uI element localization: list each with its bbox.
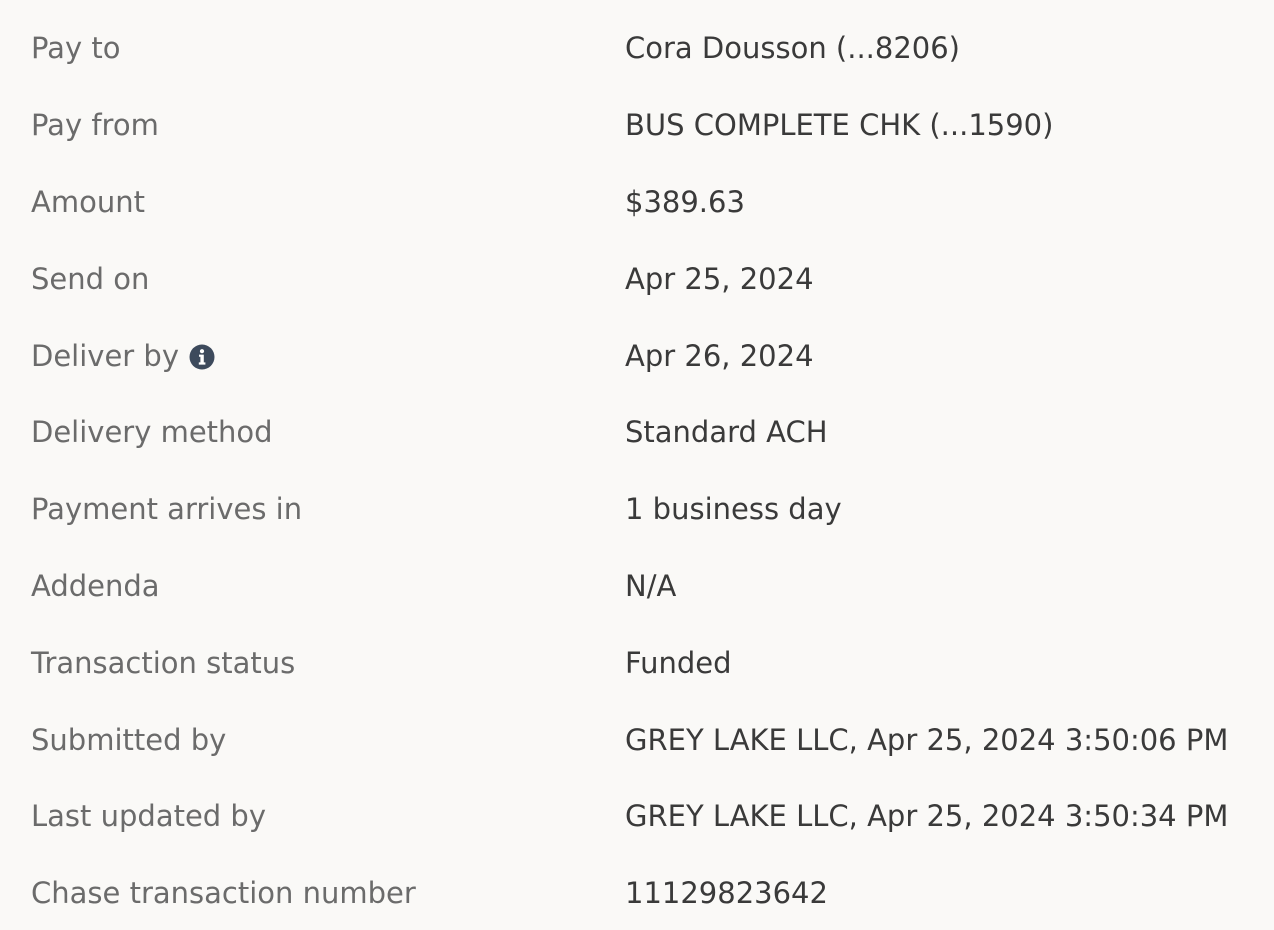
- delivery-method-value: Standard ACH: [625, 415, 828, 449]
- transaction-status-value: Funded: [625, 646, 732, 680]
- payment-arrives-in-label: Payment arrives in: [31, 492, 303, 526]
- last-updated-by-value: GREY LAKE LLC, Apr 25, 2024 3:50:34 PM: [625, 799, 1229, 833]
- deliver-by-label-group: Deliver by: [31, 318, 215, 395]
- pay-from-label: Pay from: [31, 108, 159, 142]
- row-deliver-by: Deliver by Apr 26, 2024: [0, 318, 1274, 395]
- submitted-by-value: GREY LAKE LLC, Apr 25, 2024 3:50:06 PM: [625, 723, 1229, 757]
- deliver-by-value: Apr 26, 2024: [625, 339, 814, 373]
- transaction-status-label: Transaction status: [31, 646, 296, 680]
- addenda-value: N/A: [625, 569, 677, 603]
- addenda-label: Addenda: [31, 569, 160, 603]
- row-transaction-status: Transaction status Funded: [0, 625, 1274, 702]
- payment-details: Pay to Cora Dousson (...8206) Pay from B…: [0, 0, 1274, 930]
- chase-transaction-number-label: Chase transaction number: [31, 876, 416, 910]
- send-on-value: Apr 25, 2024: [625, 262, 814, 296]
- payment-arrives-in-value: 1 business day: [625, 492, 842, 526]
- amount-label: Amount: [31, 185, 145, 219]
- row-pay-to: Pay to Cora Dousson (...8206): [0, 10, 1274, 87]
- row-payment-arrives-in: Payment arrives in 1 business day: [0, 471, 1274, 548]
- row-delivery-method: Delivery method Standard ACH: [0, 394, 1274, 471]
- pay-to-label: Pay to: [31, 31, 121, 65]
- row-amount: Amount $389.63: [0, 164, 1274, 241]
- row-last-updated-by: Last updated by GREY LAKE LLC, Apr 25, 2…: [0, 778, 1274, 855]
- chase-transaction-number-value: 11129823642: [625, 876, 828, 910]
- row-addenda: Addenda N/A: [0, 548, 1274, 625]
- submitted-by-label: Submitted by: [31, 723, 227, 757]
- row-submitted-by: Submitted by GREY LAKE LLC, Apr 25, 2024…: [0, 702, 1274, 779]
- pay-from-value: BUS COMPLETE CHK (...1590): [625, 108, 1054, 142]
- row-pay-from: Pay from BUS COMPLETE CHK (...1590): [0, 87, 1274, 164]
- info-icon[interactable]: [189, 344, 215, 370]
- pay-to-value: Cora Dousson (...8206): [625, 31, 961, 65]
- deliver-by-label: Deliver by: [31, 339, 180, 373]
- row-send-on: Send on Apr 25, 2024: [0, 241, 1274, 318]
- row-chase-transaction-number: Chase transaction number 11129823642: [0, 855, 1274, 930]
- send-on-label: Send on: [31, 262, 150, 296]
- delivery-method-label: Delivery method: [31, 415, 273, 449]
- amount-value: $389.63: [625, 185, 745, 219]
- last-updated-by-label: Last updated by: [31, 799, 267, 833]
